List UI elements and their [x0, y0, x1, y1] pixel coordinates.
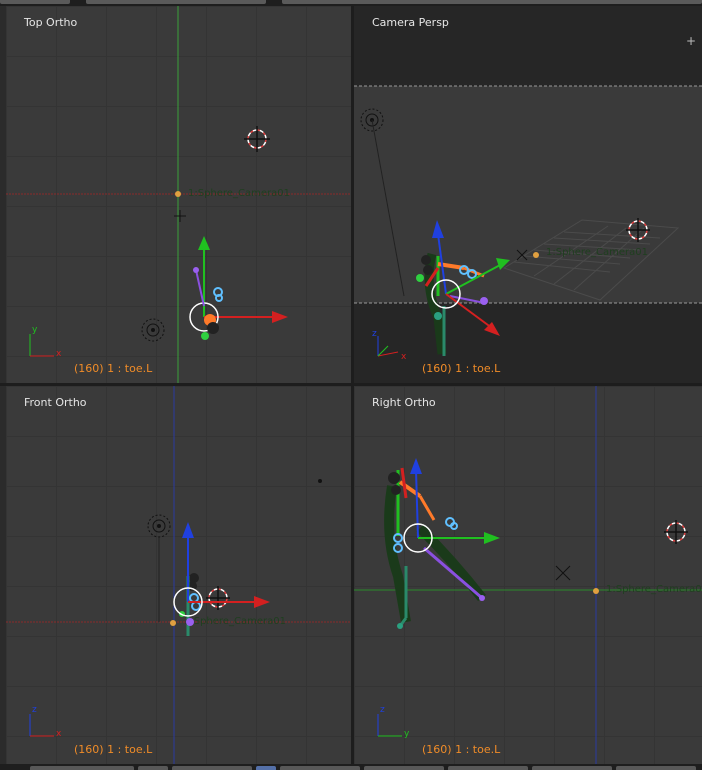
header-tab[interactable] [448, 766, 528, 770]
svg-text:y: y [32, 325, 38, 335]
viewport-label: Camera Persp [372, 16, 449, 29]
header-tab[interactable] [138, 766, 168, 770]
object-label: 1:Sphere_Camera01 [188, 188, 290, 199]
frame-info: (160) 1 : toe.L [422, 743, 501, 756]
transform-manipulator [189, 236, 288, 332]
origin-dot [175, 191, 181, 197]
viewport-divider-vertical[interactable] [351, 6, 354, 766]
bottom-header-strip [0, 764, 702, 770]
frame-info: (160) 1 : toe.L [74, 362, 153, 375]
header-tab[interactable] [616, 766, 696, 770]
viewport-top-ortho[interactable]: 1:Sphere_Camera01 y x Top Ortho (160) 1 … [6, 6, 351, 383]
header-tab[interactable] [280, 766, 360, 770]
viewport-divider-horizontal[interactable] [0, 383, 702, 386]
transform-manipulator [403, 458, 500, 553]
svg-text:x: x [56, 349, 62, 359]
frame-info: (160) 1 : toe.L [422, 362, 501, 375]
ground-grid [502, 219, 680, 301]
lamp-icon [141, 318, 165, 342]
svg-text:x: x [401, 352, 407, 362]
header-tab[interactable] [282, 0, 702, 4]
empty-cross-icon [174, 210, 186, 222]
header-tab[interactable] [364, 766, 444, 770]
axis-gizmo: z y [377, 705, 410, 739]
object-label: 1:Sphere_Camera01 [546, 247, 648, 258]
transform-manipulator [173, 522, 270, 617]
3d-cursor-icon [244, 126, 270, 152]
camera-persp-scene: 1:Sphere_Camera01 x z [354, 6, 702, 383]
blender-3d-view: 1:Sphere_Camera01 y x Top Ortho (160) 1 … [0, 0, 702, 770]
origin-dot [533, 252, 539, 258]
axis-gizmo: z x [29, 705, 62, 739]
header-tab[interactable] [532, 766, 612, 770]
lamp-icon [147, 514, 171, 538]
header-tab[interactable] [172, 766, 252, 770]
viewport-label: Top Ortho [24, 16, 78, 29]
3d-cursor-icon [664, 520, 688, 544]
3d-cursor-icon [626, 218, 650, 242]
3d-cursor-icon [206, 586, 230, 610]
svg-text:z: z [32, 705, 37, 715]
right-ortho-scene: 1:Sphere_Camera01 z y [354, 386, 702, 764]
axis-gizmo: y x [29, 325, 62, 359]
front-ortho-scene: 1:Sphere_Camera01 z x [6, 386, 351, 764]
empty-cross-icon [555, 565, 571, 581]
svg-text:z: z [372, 329, 377, 339]
origin-dot [170, 620, 176, 626]
object-label: 1:Sphere_Camera01 [606, 584, 702, 595]
camera-passepartout-bottom [354, 303, 702, 383]
header-tab[interactable] [30, 766, 134, 770]
armature-figure [384, 467, 486, 629]
header-tab[interactable] [256, 766, 276, 770]
svg-text:y: y [404, 729, 410, 739]
object-label: 1:Sphere_Camera01 [184, 616, 286, 627]
viewport-label: Right Ortho [372, 396, 436, 409]
viewport-label: Front Ortho [24, 396, 87, 409]
viewport-front-ortho[interactable]: 1:Sphere_Camera01 z x Front Ortho (160) … [6, 386, 351, 764]
svg-text:x: x [56, 729, 62, 739]
svg-text:z: z [380, 705, 385, 715]
frame-info: (160) 1 : toe.L [74, 743, 153, 756]
plus-icon[interactable]: + [686, 34, 696, 48]
origin-dot [593, 588, 599, 594]
header-tab[interactable] [0, 0, 70, 4]
viewport-right-ortho[interactable]: 1:Sphere_Camera01 z y Right Ortho (160) … [354, 386, 702, 764]
viewport-camera-persp[interactable]: 1:Sphere_Camera01 x z Camera Persp + (16… [354, 6, 702, 383]
empty-dot [318, 479, 322, 483]
header-tab[interactable] [86, 0, 266, 4]
top-ortho-scene: 1:Sphere_Camera01 y x [6, 6, 351, 383]
